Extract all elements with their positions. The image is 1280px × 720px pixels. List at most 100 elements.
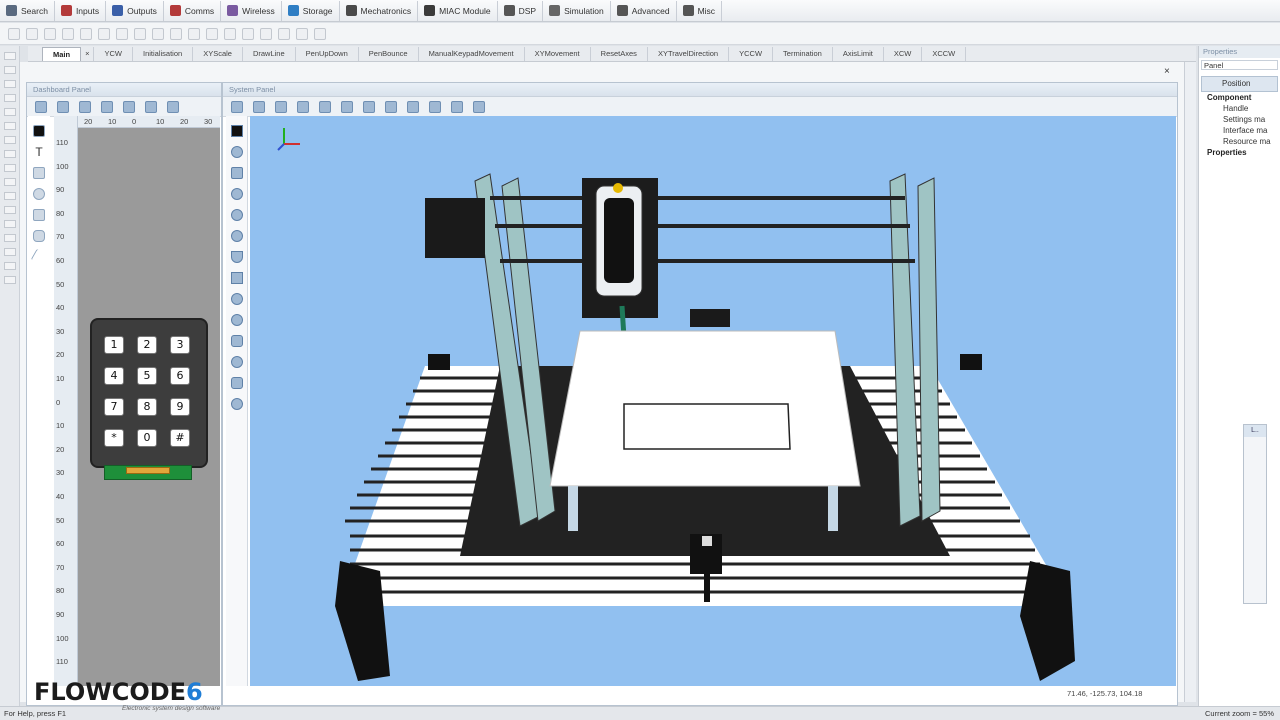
dock-item[interactable] [4,234,16,242]
keypad-key[interactable]: 3 [170,336,190,354]
menu-advanced[interactable]: Advanced [611,0,677,21]
menu-search[interactable]: Search [0,0,55,21]
view-side-icon[interactable] [407,100,419,113]
keypad-key[interactable]: 8 [137,398,157,416]
menu-storage[interactable]: Storage [282,0,340,21]
tab-close-icon[interactable]: × [81,47,95,61]
dock-item[interactable] [4,178,16,186]
tab-xyscale[interactable]: XYScale [193,47,243,61]
cut-icon[interactable] [62,27,74,40]
menu-misc[interactable]: Misc [677,0,723,21]
compile-icon[interactable] [188,27,200,40]
cylinder-icon[interactable] [231,335,243,347]
print-icon[interactable] [152,27,164,40]
tab-penupdown[interactable]: PenUpDown [296,47,359,61]
open-file-icon[interactable] [26,27,38,40]
keypad-key[interactable]: 1 [104,336,124,354]
tube-icon[interactable] [231,314,243,326]
menu-outputs[interactable]: Outputs [106,0,164,21]
dock-item[interactable] [4,276,16,284]
new-file-icon[interactable] [8,27,20,40]
dock-item[interactable] [4,80,16,88]
prism-icon[interactable] [231,293,243,305]
view-front-icon[interactable] [385,100,397,113]
tree-properties[interactable]: Properties [1199,147,1280,158]
tab-xymovement[interactable]: XYMovement [525,47,591,61]
dock-item[interactable] [4,150,16,158]
rectangle-icon[interactable] [33,209,45,221]
orbit-icon[interactable] [341,100,353,113]
paste-icon[interactable] [98,27,110,40]
save-icon[interactable] [44,27,56,40]
menu-miac-module[interactable]: MIAC Module [418,0,498,21]
move-icon[interactable] [35,100,47,113]
tab-penbounce[interactable]: PenBounce [359,47,419,61]
menu-mechatronics[interactable]: Mechatronics [340,0,419,21]
circle-icon[interactable] [33,188,45,200]
dock-item[interactable] [4,108,16,116]
dock-item[interactable] [4,262,16,270]
tab-manualkeypadmovement[interactable]: ManualKeypadMovement [419,47,525,61]
ellipse-icon[interactable] [231,209,243,221]
keypad-key[interactable]: 5 [137,367,157,385]
cylinder2-icon[interactable] [231,377,243,389]
component-selector[interactable]: Panel [1201,60,1278,70]
pen-icon[interactable] [57,100,69,113]
tree-item[interactable]: Interface ma [1199,125,1280,136]
help-icon[interactable] [170,27,182,40]
pan-icon[interactable] [319,100,331,113]
tree-item[interactable]: Settings ma [1199,114,1280,125]
keypad-component[interactable]: 1 2 3 4 5 6 7 8 9 * 0 # [90,318,208,468]
keypad-key[interactable]: 2 [137,336,157,354]
arrow-icon[interactable] [231,398,243,410]
download-icon[interactable] [314,27,326,40]
tools-icon[interactable] [451,100,463,113]
color-swatch-icon[interactable] [33,125,45,137]
dock-item[interactable] [4,164,16,172]
color-swatch-icon[interactable] [231,125,243,137]
line-icon[interactable] [30,248,48,266]
dock-item[interactable] [4,192,16,200]
menu-comms[interactable]: Comms [164,0,222,21]
rotate-icon[interactable] [101,100,113,113]
tab-ycw[interactable]: YCW [94,47,133,61]
rounded-rect-icon[interactable] [33,230,45,242]
keypad-key[interactable]: # [170,429,190,447]
text-icon[interactable]: T [33,146,45,158]
torus-icon[interactable] [231,230,243,242]
capsule-icon[interactable] [231,356,243,368]
keypad-key[interactable]: 9 [170,398,190,416]
dock-item[interactable] [4,206,16,214]
select-icon[interactable] [79,100,91,113]
keypad-key[interactable]: 6 [170,367,190,385]
menu-wireless[interactable]: Wireless [221,0,282,21]
dock-item[interactable] [4,220,16,228]
menu-inputs[interactable]: Inputs [55,0,107,21]
dock-item[interactable] [4,248,16,256]
tree-component[interactable]: Component [1199,92,1280,103]
image-icon[interactable] [33,167,45,179]
tab-drawline[interactable]: DrawLine [243,47,296,61]
draw-icon[interactable] [167,100,179,113]
tab-termination[interactable]: Termination [773,47,833,61]
tab-xccw[interactable]: XCCW [922,47,967,61]
tab-main[interactable]: Main [42,47,82,61]
keypad-key[interactable]: 0 [137,429,157,447]
tab-xcw[interactable]: XCW [884,47,923,61]
sphere-icon[interactable] [231,146,243,158]
dock-item[interactable] [4,94,16,102]
tab-resetaxes[interactable]: ResetAxes [591,47,648,61]
view-iso-icon[interactable] [429,100,441,113]
tab-axislimit[interactable]: AxisLimit [833,47,884,61]
pen-icon[interactable] [253,100,265,113]
pyramid-icon[interactable] [231,272,243,284]
copy-icon[interactable] [80,27,92,40]
redo-icon[interactable] [134,27,146,40]
menu-simulation[interactable]: Simulation [543,0,611,21]
keypad-key[interactable]: * [104,429,124,447]
vertical-scrollbar[interactable] [1184,62,1196,702]
cube-icon[interactable] [231,167,243,179]
step-into-icon[interactable] [260,27,272,40]
tree-item[interactable]: Handle [1199,103,1280,114]
cone-icon[interactable] [231,251,243,263]
